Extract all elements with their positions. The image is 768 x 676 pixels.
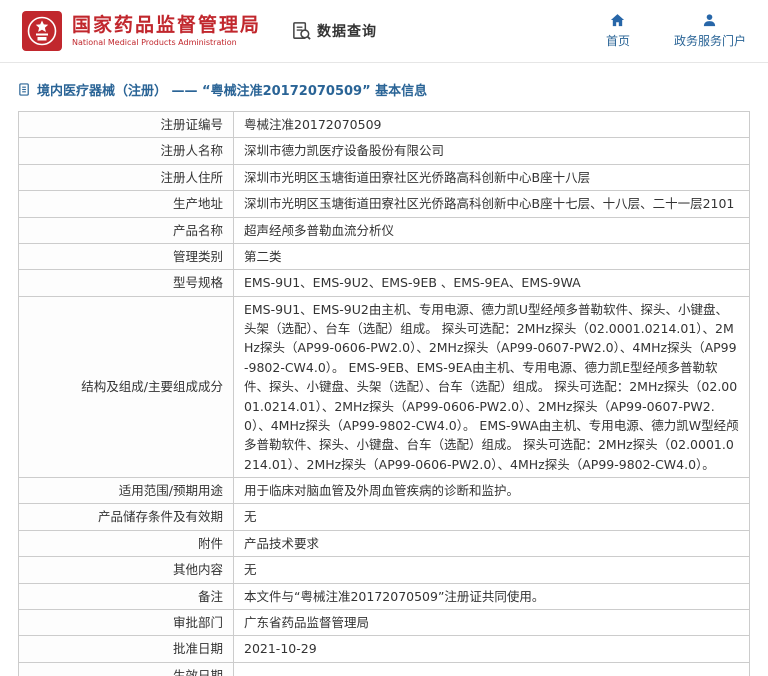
field-value: 广东省药品监督管理局 <box>233 608 750 637</box>
table-row: 审批部门 广东省药品监督管理局 <box>18 608 750 637</box>
field-value: 2021-10-29 <box>233 635 750 663</box>
table-row: 其他内容 无 <box>18 556 750 584</box>
field-label: 产品储存条件及有效期 <box>18 503 234 531</box>
document-icon <box>18 83 31 96</box>
table-row: 批准日期 2021-10-29 <box>18 635 750 663</box>
field-label: 其他内容 <box>18 556 234 584</box>
main-content: 境内医疗器械（注册） —— “粤械注准20172070509” 基本信息 注册证… <box>0 63 768 676</box>
field-value: 本文件与“粤械注准20172070509”注册证共同使用。 <box>233 582 750 610</box>
data-query-label: 数据查询 <box>317 24 378 40</box>
table-row: 产品名称 超声经颅多普勒血流分析仪 <box>18 216 750 244</box>
field-label: 管理类别 <box>18 242 234 271</box>
field-value: 超声经颅多普勒血流分析仪 <box>233 216 750 244</box>
site-header: 国家药品监督管理局 National Medical Products Admi… <box>0 0 768 63</box>
data-query-nav[interactable]: 数据查询 <box>291 21 377 42</box>
national-emblem-logo <box>22 11 62 51</box>
table-row: 注册人住所 深圳市光明区玉塘街道田寮社区光侨路高科创新中心B座十八层 <box>18 163 750 192</box>
field-label: 生产地址 <box>18 190 234 218</box>
field-label: 审批部门 <box>18 608 234 637</box>
field-value: 产品技术要求 <box>233 529 750 558</box>
field-label: 注册人住所 <box>18 163 234 192</box>
field-label: 注册证编号 <box>18 110 234 139</box>
breadcrumb-text: 境内医疗器械（注册） —— “粤械注准20172070509” 基本信息 <box>37 84 428 99</box>
field-label: 注册人名称 <box>18 137 234 165</box>
site-subtitle: National Medical Products Administration <box>72 38 237 47</box>
table-row: 生效日期 <box>18 661 750 676</box>
nav-home-label: 首页 <box>605 34 630 48</box>
field-value: 深圳市光明区玉塘街道田寮社区光侨路高科创新中心B座十八层 <box>233 163 750 192</box>
field-value: 粤械注准20172070509 <box>233 110 750 139</box>
nav-home[interactable]: 首页 <box>606 13 630 49</box>
table-row: 备注 本文件与“粤械注准20172070509”注册证共同使用。 <box>18 582 750 610</box>
field-label: 生效日期 <box>18 661 234 676</box>
data-query-icon <box>291 21 312 42</box>
table-row: 管理类别 第二类 <box>18 242 750 271</box>
table-row: 结构及组成/主要组成成分 EMS-9U1、EMS-9U2由主机、专用电源、德力凯… <box>18 295 750 479</box>
table-row: 适用范围/预期用途 用于临床对脑血管及外周血管疾病的诊断和监护。 <box>18 476 750 505</box>
table-row: 生产地址 深圳市光明区玉塘街道田寮社区光侨路高科创新中心B座十七层、十八层、二十… <box>18 190 750 218</box>
table-row: 产品储存条件及有效期 无 <box>18 503 750 531</box>
nav-service-portal-label: 政务服务门户 <box>673 34 746 48</box>
breadcrumb[interactable]: 境内医疗器械（注册） —— “粤械注准20172070509” 基本信息 <box>18 80 750 99</box>
field-value <box>233 661 750 676</box>
field-label: 备注 <box>18 582 234 610</box>
field-label: 附件 <box>18 529 234 558</box>
field-label: 产品名称 <box>18 216 234 244</box>
table-row: 注册人名称 深圳市德力凯医疗设备股份有限公司 <box>18 137 750 165</box>
user-icon <box>702 13 717 28</box>
field-label: 型号规格 <box>18 269 234 297</box>
nav-service-portal[interactable]: 政务服务门户 <box>674 13 746 49</box>
site-title: 国家药品监督管理局 <box>72 14 262 36</box>
field-label: 批准日期 <box>18 635 234 663</box>
registration-info-table: 注册证编号 粤械注准20172070509 注册人名称 深圳市德力凯医疗设备股份… <box>18 110 750 676</box>
field-value: 第二类 <box>233 242 750 271</box>
site-brand: 国家药品监督管理局 National Medical Products Admi… <box>72 14 261 48</box>
field-value: EMS-9U1、EMS-9U2、EMS-9EB 、EMS-9EA、EMS-9WA <box>233 269 750 297</box>
table-row: 注册证编号 粤械注准20172070509 <box>18 110 750 139</box>
field-value: EMS-9U1、EMS-9U2由主机、专用电源、德力凯U型经颅多普勒软件、探头、… <box>233 295 750 479</box>
field-value: 深圳市德力凯医疗设备股份有限公司 <box>233 137 750 165</box>
table-row: 附件 产品技术要求 <box>18 529 750 558</box>
home-icon <box>610 13 625 28</box>
field-value: 无 <box>233 556 750 584</box>
field-label: 适用范围/预期用途 <box>18 476 234 505</box>
field-value: 深圳市光明区玉塘街道田寮社区光侨路高科创新中心B座十七层、十八层、二十一层210… <box>233 190 750 218</box>
table-row: 型号规格 EMS-9U1、EMS-9U2、EMS-9EB 、EMS-9EA、EM… <box>18 269 750 297</box>
field-label: 结构及组成/主要组成成分 <box>18 295 234 479</box>
field-value: 无 <box>233 503 750 531</box>
field-value: 用于临床对脑血管及外周血管疾病的诊断和监护。 <box>233 476 750 505</box>
